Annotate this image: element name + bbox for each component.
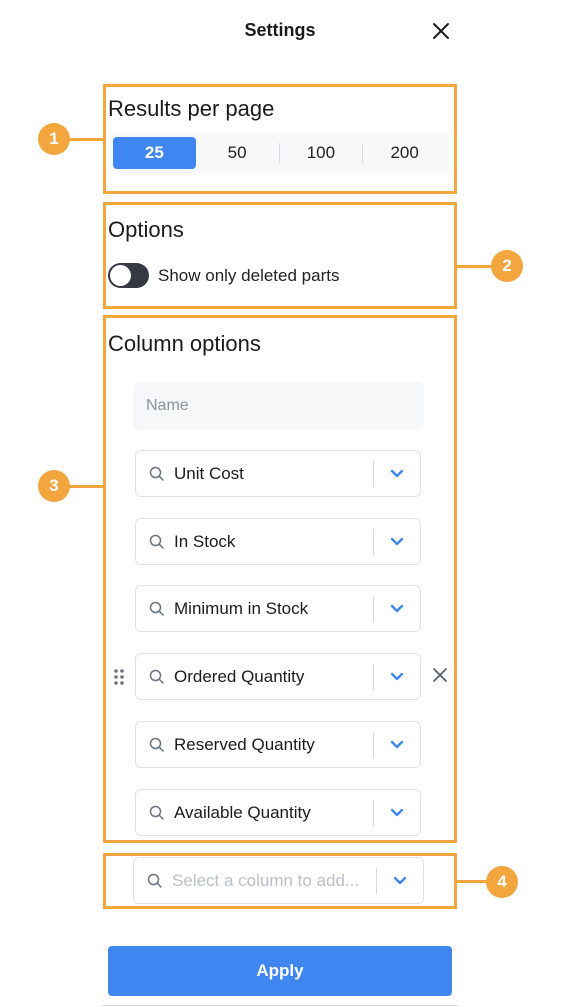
results-option-50[interactable]: 50	[196, 137, 279, 169]
column-select[interactable]: Unit Cost	[135, 450, 421, 497]
search-icon	[149, 466, 164, 481]
chevron-down-icon[interactable]	[374, 740, 420, 749]
show-deleted-label: Show only deleted parts	[158, 266, 340, 285]
results-option-25[interactable]: 25	[113, 137, 196, 169]
column-select-value: Ordered Quantity	[174, 666, 305, 686]
add-column-select[interactable]: Select a column to add...	[133, 857, 424, 904]
annotation-leader-1	[68, 138, 104, 141]
chevron-down-icon[interactable]	[374, 537, 420, 546]
results-option-200[interactable]: 200	[363, 137, 446, 169]
search-icon	[149, 534, 164, 549]
fixed-column-name: Name	[133, 382, 424, 430]
search-icon	[147, 873, 162, 888]
annotation-badge-4: 4	[486, 866, 518, 898]
annotation-leader-2	[456, 265, 492, 268]
results-per-page-selector: 25 50 100 200	[110, 133, 449, 173]
toggle-knob	[110, 265, 131, 286]
remove-column-button[interactable]	[432, 667, 448, 683]
options-title: Options	[108, 217, 184, 242]
show-deleted-toggle[interactable]	[108, 263, 149, 288]
column-select-value: Unit Cost	[174, 463, 244, 483]
chevron-down-icon[interactable]	[377, 876, 423, 885]
annotation-leader-3	[68, 485, 104, 488]
add-column-placeholder: Select a column to add...	[172, 870, 360, 890]
column-select-value: Minimum in Stock	[174, 598, 309, 618]
chevron-down-icon[interactable]	[374, 672, 420, 681]
close-icon	[433, 668, 447, 682]
search-icon	[149, 601, 164, 616]
chevron-down-icon[interactable]	[374, 808, 420, 817]
column-select-value: Available Quantity	[174, 802, 311, 822]
results-option-100[interactable]: 100	[280, 137, 363, 169]
search-icon	[149, 669, 164, 684]
column-select-value: Reserved Quantity	[174, 734, 315, 754]
search-icon	[149, 805, 164, 820]
column-select[interactable]: Ordered Quantity	[135, 653, 421, 700]
chevron-down-icon[interactable]	[374, 604, 420, 613]
column-select[interactable]: Reserved Quantity	[135, 721, 421, 768]
close-icon	[433, 23, 449, 39]
search-icon	[149, 737, 164, 752]
apply-button[interactable]: Apply	[108, 946, 452, 996]
column-options-title: Column options	[108, 331, 261, 356]
annotation-badge-3: 3	[38, 470, 70, 502]
annotation-badge-1: 1	[38, 123, 70, 155]
footer-divider	[102, 1005, 458, 1006]
close-button[interactable]	[430, 20, 452, 42]
annotation-badge-2: 2	[491, 250, 523, 282]
results-per-page-title: Results per page	[108, 96, 275, 121]
chevron-down-icon[interactable]	[374, 469, 420, 478]
column-select[interactable]: Minimum in Stock	[135, 585, 421, 632]
column-select[interactable]: Available Quantity	[135, 789, 421, 836]
column-select-value: In Stock	[174, 531, 236, 551]
dialog-title: Settings	[244, 20, 316, 40]
drag-handle-icon[interactable]	[113, 668, 125, 686]
column-select[interactable]: In Stock	[135, 518, 421, 565]
